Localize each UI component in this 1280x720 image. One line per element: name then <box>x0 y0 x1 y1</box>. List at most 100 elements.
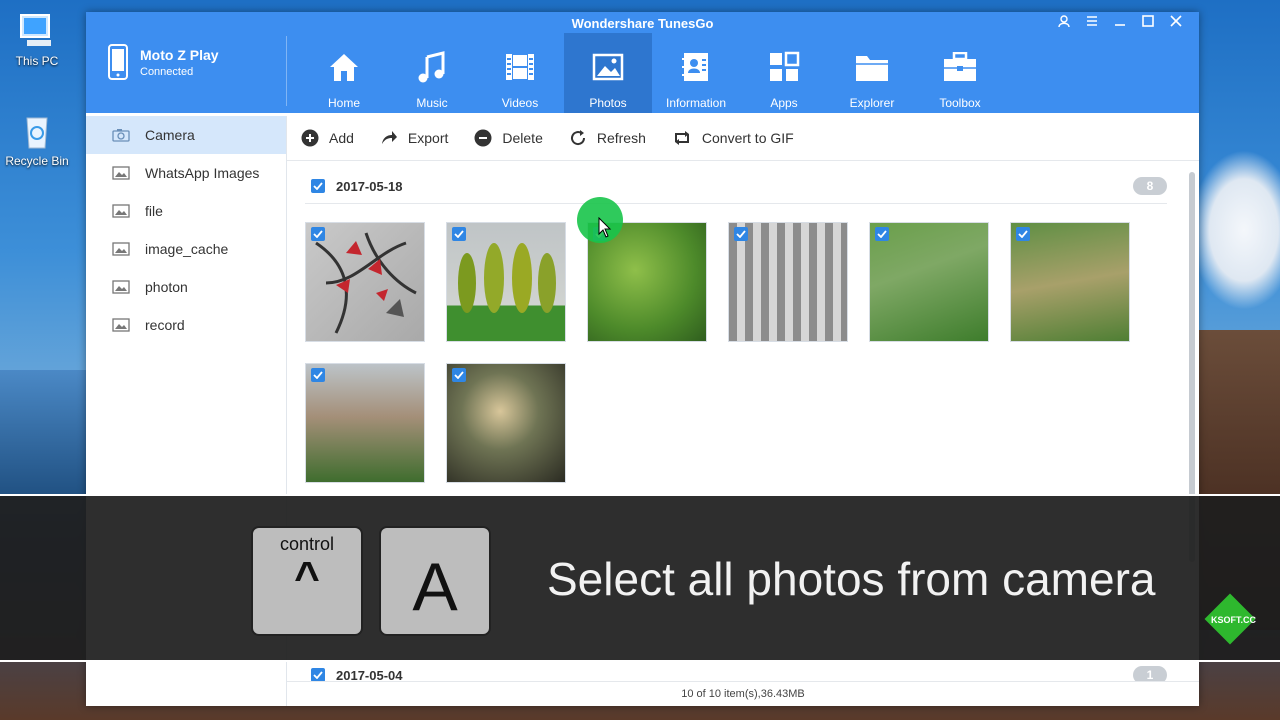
photo-thumbnail[interactable] <box>446 222 566 342</box>
photo-checkbox[interactable] <box>452 227 466 241</box>
menu-icon[interactable] <box>1083 14 1101 31</box>
check-icon <box>877 230 887 238</box>
photo-toolbar: Add Export Delete Refresh Convert to GIF <box>287 116 1199 161</box>
title-divider <box>286 36 287 106</box>
overlay-caption: Select all photos from camera <box>547 553 1156 605</box>
minimize-icon[interactable] <box>1111 14 1129 31</box>
date-group-header[interactable]: 2017-05-04 <box>311 665 403 681</box>
photo-checkbox[interactable] <box>452 368 466 382</box>
desktop-icon-recycle-bin[interactable]: Recycle Bin <box>0 112 74 168</box>
close-icon[interactable] <box>1167 14 1185 31</box>
video-icon <box>506 54 534 80</box>
desktop-wallpaper-ocean <box>0 370 86 500</box>
device-info[interactable]: Moto Z Play Connected <box>108 44 219 80</box>
tab-home[interactable]: Home <box>300 33 388 113</box>
check-icon <box>313 671 323 679</box>
image-icon <box>112 242 130 256</box>
group-date: 2017-05-04 <box>336 667 403 682</box>
tab-label: Home <box>327 96 360 110</box>
image-icon <box>112 280 130 294</box>
sidebar-item-whatsapp-images[interactable]: WhatsApp Images <box>86 154 286 192</box>
sidebar-item-photon[interactable]: photon <box>86 268 286 306</box>
photo-thumbnail[interactable] <box>869 222 989 342</box>
check-icon <box>454 230 464 238</box>
sidebar-item-file[interactable]: file <box>86 192 286 230</box>
check-icon <box>454 371 464 379</box>
sidebar-item-label: image_cache <box>145 241 229 257</box>
sidebar-item-label: photon <box>145 279 188 295</box>
tab-videos[interactable]: Videos <box>476 33 564 113</box>
add-label: Add <box>329 130 354 146</box>
window-controls <box>1055 14 1185 31</box>
photo-checkbox[interactable] <box>311 227 325 241</box>
window-title: Wondershare TunesGo <box>571 16 714 31</box>
sidebar-item-image-cache[interactable]: image_cache <box>86 230 286 268</box>
desktop-icon-label: This PC <box>15 54 59 68</box>
photo-thumbnail[interactable] <box>446 363 566 483</box>
group-count-badge: 1 <box>1133 666 1167 681</box>
image-icon <box>112 318 130 332</box>
photo-checkbox[interactable] <box>1016 227 1030 241</box>
main-nav: Home Music Videos Photos Information App… <box>300 33 1004 113</box>
delete-button[interactable]: Delete <box>474 129 543 147</box>
title-bar: Wondershare TunesGo Moto Z Play Connecte… <box>86 12 1199 113</box>
group-date: 2017-05-18 <box>336 178 403 194</box>
photo-thumbnail[interactable] <box>305 363 425 483</box>
tab-label: Information <box>665 96 727 110</box>
photo-thumbnail[interactable] <box>728 222 848 342</box>
status-bar: 10 of 10 item(s),36.43MB <box>287 681 1199 707</box>
watermark-label: KSOFT.CC <box>1211 615 1256 625</box>
computer-icon <box>17 12 57 50</box>
tab-explorer[interactable]: Explorer <box>828 33 916 113</box>
image-icon <box>112 166 130 180</box>
refresh-button[interactable]: Refresh <box>569 129 646 147</box>
tab-label: Apps <box>770 96 798 110</box>
photo-thumbnail[interactable] <box>1010 222 1130 342</box>
sidebar-item-label: Camera <box>145 127 195 143</box>
refresh-icon <box>570 130 585 146</box>
convert-to-gif-button[interactable]: Convert to GIF <box>672 129 794 147</box>
tab-photos[interactable]: Photos <box>564 33 652 113</box>
photo-checkbox[interactable] <box>311 368 325 382</box>
tab-information[interactable]: Information <box>652 33 740 113</box>
camera-icon <box>112 129 130 142</box>
photo-icon <box>592 53 624 81</box>
photo-thumbnail[interactable] <box>305 222 425 342</box>
convert-loop-icon <box>674 131 689 145</box>
tab-label: Videos <box>501 96 539 110</box>
tab-toolbox[interactable]: Toolbox <box>916 33 1004 113</box>
maximize-icon[interactable] <box>1139 14 1157 31</box>
group-checkbox[interactable] <box>311 668 325 681</box>
tab-apps[interactable]: Apps <box>740 33 828 113</box>
sidebar-item-record[interactable]: record <box>86 306 286 344</box>
photo-checkbox[interactable] <box>734 227 748 241</box>
refresh-label: Refresh <box>596 130 646 146</box>
tab-music[interactable]: Music <box>388 33 476 113</box>
tab-label: Photos <box>589 96 627 110</box>
desktop-icon-this-pc[interactable]: This PC <box>0 12 74 68</box>
group-checkbox[interactable] <box>311 179 325 193</box>
minus-circle-icon <box>474 129 492 147</box>
desktop-icon-label: Recycle Bin <box>5 154 69 168</box>
sidebar-item-label: file <box>145 203 163 219</box>
check-icon <box>313 182 323 190</box>
date-group-header[interactable]: 2017-05-18 <box>311 176 403 196</box>
export-label: Export <box>407 130 449 146</box>
phone-icon <box>108 44 128 80</box>
add-button[interactable]: Add <box>301 129 354 147</box>
export-arrow-icon <box>381 131 397 144</box>
folder-icon <box>856 56 888 81</box>
sidebar-item-camera[interactable]: Camera <box>86 116 286 154</box>
export-button[interactable]: Export <box>380 129 448 147</box>
device-status: Connected <box>140 65 194 78</box>
a-key: A <box>379 526 491 636</box>
control-key-label: control <box>279 534 335 554</box>
account-icon[interactable] <box>1055 14 1073 31</box>
toolbox-icon <box>944 52 976 81</box>
sidebar-item-label: WhatsApp Images <box>145 165 260 181</box>
photo-checkbox[interactable] <box>875 227 889 241</box>
delete-label: Delete <box>502 130 543 146</box>
plus-circle-icon <box>301 129 319 147</box>
contacts-icon <box>682 53 708 81</box>
image-icon <box>112 204 130 218</box>
